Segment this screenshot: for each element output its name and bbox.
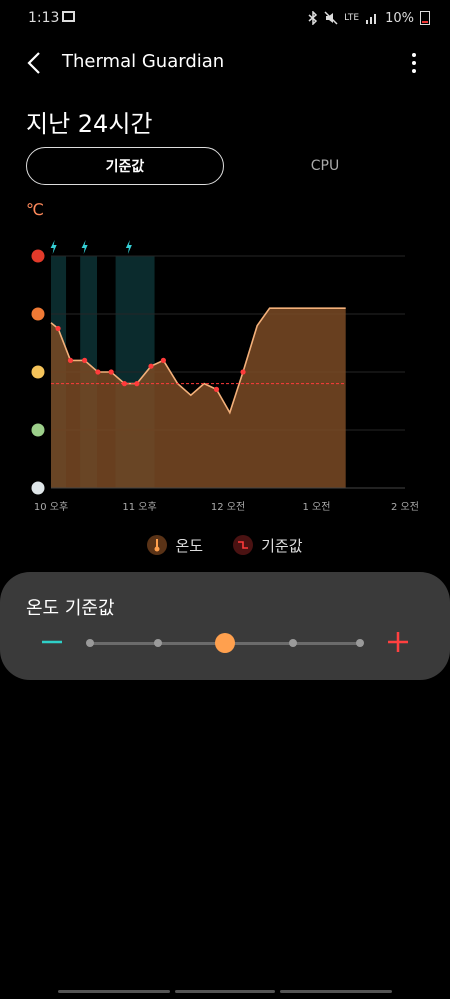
slider-step[interactable] bbox=[288, 639, 297, 647]
thermometer-icon bbox=[147, 535, 168, 555]
slider-thumb[interactable] bbox=[215, 633, 235, 653]
app-bar: Thermal Guardian bbox=[0, 40, 450, 86]
slider-step[interactable] bbox=[153, 639, 162, 647]
back-arrow-icon[interactable] bbox=[22, 50, 48, 76]
x-tick-label: 1 오전 bbox=[303, 501, 331, 513]
status-time: 1:13 bbox=[28, 10, 60, 26]
hot-face-icon bbox=[31, 307, 45, 321]
data-point bbox=[67, 357, 74, 363]
battery-icon bbox=[420, 11, 430, 25]
gesture-nav-bar bbox=[0, 984, 450, 999]
more-vert-icon[interactable] bbox=[402, 50, 426, 76]
data-point bbox=[108, 369, 114, 375]
warm-face-icon bbox=[31, 365, 45, 379]
x-tick-label: 11 오후 bbox=[122, 501, 156, 513]
slider-step[interactable] bbox=[86, 639, 94, 647]
status-icons: LTE 10% bbox=[308, 8, 430, 28]
data-point bbox=[240, 369, 246, 375]
app-title: Thermal Guardian bbox=[62, 51, 225, 72]
nav-recent[interactable] bbox=[58, 990, 170, 993]
gallery-notification-icon bbox=[62, 11, 75, 22]
data-point bbox=[148, 363, 154, 369]
slider-step[interactable] bbox=[356, 639, 364, 647]
battery-percent: 10% bbox=[385, 10, 414, 26]
data-point bbox=[121, 381, 128, 387]
lightning-icon bbox=[125, 240, 132, 254]
period-title: 지난 24시간 bbox=[26, 110, 153, 138]
data-point bbox=[134, 381, 140, 387]
x-tick-label: 12 오전 bbox=[211, 501, 245, 513]
lightning-icon bbox=[50, 240, 57, 254]
cold-face-icon bbox=[31, 481, 45, 495]
data-point bbox=[82, 357, 88, 363]
x-tick-label: 10 오후 bbox=[34, 501, 68, 513]
bluetooth-icon bbox=[308, 11, 318, 25]
legend-threshold: 기준값 bbox=[233, 535, 303, 556]
segment-tabs: 기준값 CPU bbox=[26, 147, 424, 187]
data-point bbox=[55, 325, 61, 332]
lightning-icon bbox=[81, 240, 88, 254]
legend-threshold-label: 기준값 bbox=[261, 536, 303, 555]
temperature-chart: 10 오후 11 오후 12 오전 1 오전 2 오전 bbox=[31, 240, 419, 513]
legend-temperature: 온도 bbox=[147, 535, 203, 556]
legend-temperature-label: 온도 bbox=[175, 536, 204, 555]
tab-threshold[interactable]: 기준값 bbox=[26, 147, 224, 185]
minus-icon[interactable] bbox=[40, 630, 64, 654]
tab-cpu[interactable]: CPU bbox=[226, 147, 424, 185]
threshold-panel-title: 온도 기준값 bbox=[26, 598, 115, 619]
mute-icon bbox=[324, 11, 338, 25]
threshold-icon bbox=[233, 535, 254, 555]
very-hot-face-icon bbox=[31, 249, 45, 263]
x-tick-label: 2 오전 bbox=[391, 501, 419, 513]
cool-face-icon bbox=[31, 423, 45, 437]
data-point bbox=[213, 386, 220, 392]
signal-icon bbox=[366, 14, 377, 24]
chart-legend: 온도 기준값 bbox=[0, 530, 450, 560]
unit-label: ℃ bbox=[26, 200, 44, 219]
network-type: LTE bbox=[344, 13, 360, 23]
threshold-panel: 온도 기준값 bbox=[0, 572, 450, 680]
data-point bbox=[95, 369, 101, 375]
plus-icon[interactable] bbox=[386, 630, 410, 654]
nav-home[interactable] bbox=[175, 990, 275, 993]
nav-back[interactable] bbox=[280, 990, 392, 993]
data-point bbox=[160, 357, 166, 363]
status-bar: 1:13 LTE 10% bbox=[0, 0, 450, 38]
